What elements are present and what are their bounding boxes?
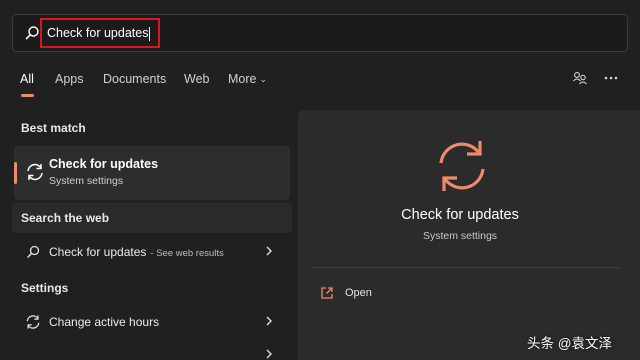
tab-documents[interactable]: Documents bbox=[103, 72, 166, 86]
search-input[interactable]: Check for updates bbox=[47, 26, 151, 41]
search-web-heading: Search the web bbox=[21, 211, 110, 225]
search-icon bbox=[25, 26, 39, 40]
settings-heading: Settings bbox=[21, 281, 69, 295]
open-action[interactable]: Open bbox=[318, 284, 438, 306]
sync-icon bbox=[26, 315, 40, 329]
account-switch-icon[interactable] bbox=[572, 70, 588, 86]
best-match-subtitle: System settings bbox=[49, 175, 124, 187]
start-search-window: Check for updates All Apps Documents Web… bbox=[0, 0, 640, 360]
sync-icon bbox=[27, 163, 43, 181]
sync-icon bbox=[439, 141, 485, 191]
tab-more[interactable]: More ⌄ bbox=[228, 72, 267, 86]
active-tab-indicator bbox=[21, 94, 34, 97]
best-match-heading: Best match bbox=[21, 121, 86, 135]
search-input-highlight: Check for updates bbox=[40, 18, 160, 48]
open-external-icon bbox=[321, 287, 333, 299]
selection-accent bbox=[14, 162, 17, 184]
best-match-title: Check for updates bbox=[49, 157, 159, 171]
tab-web[interactable]: Web bbox=[184, 72, 209, 86]
chevron-down-icon: ⌄ bbox=[259, 74, 268, 84]
preview-panel: Check for updates System settings Open bbox=[298, 110, 640, 360]
preview-title: Check for updates bbox=[401, 207, 519, 223]
settings-result-label: Change active hours bbox=[49, 315, 160, 329]
best-match-result[interactable]: Check for updates System settings bbox=[14, 146, 290, 200]
web-result-label: Check for updates - See web results bbox=[49, 245, 224, 259]
tab-all[interactable]: All bbox=[20, 72, 34, 97]
tab-apps[interactable]: Apps bbox=[55, 72, 84, 86]
web-result-row[interactable]: Check for updates - See web results bbox=[14, 238, 290, 266]
chevron-right-icon bbox=[266, 246, 272, 256]
text-caret bbox=[149, 26, 151, 41]
search-icon bbox=[27, 245, 40, 258]
web-result-hint: - See web results bbox=[150, 248, 224, 259]
more-options-icon[interactable] bbox=[603, 70, 619, 86]
preview-subtitle: System settings bbox=[422, 230, 498, 242]
chevron-right-icon bbox=[266, 349, 272, 359]
settings-result-row[interactable]: Change active hours bbox=[14, 308, 290, 336]
watermark-text: 头条 @袁文泽 bbox=[527, 336, 612, 351]
search-bar[interactable]: Check for updates bbox=[12, 14, 628, 52]
chevron-right-icon bbox=[266, 316, 272, 326]
preview-divider bbox=[312, 267, 620, 268]
open-label: Open bbox=[345, 287, 372, 299]
